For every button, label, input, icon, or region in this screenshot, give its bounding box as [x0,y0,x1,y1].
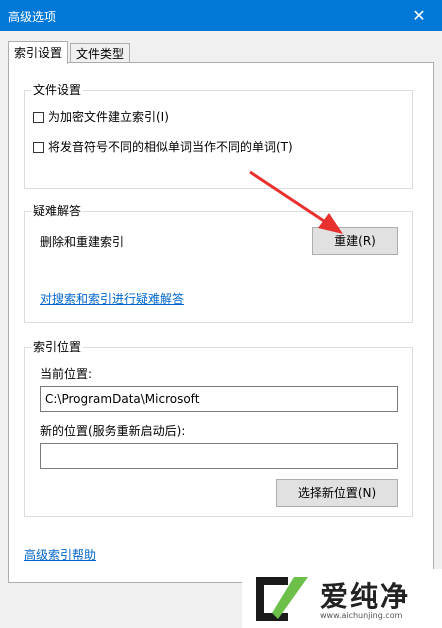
troubleshoot-link[interactable]: 对搜索和索引进行疑难解答 [40,291,184,307]
diacritics-checkbox[interactable] [33,141,44,153]
advanced-help-link[interactable]: 高级索引帮助 [24,547,96,563]
new-location-label: 新的位置(服务重新启动后): [40,424,186,438]
new-location-field[interactable] [40,443,398,469]
encrypt-label: 为加密文件建立索引(I) [48,110,169,124]
rebuild-label: 删除和重建索引 [40,235,125,249]
diacritics-option[interactable]: 将发音符号不同的相似单词当作不同的单词(T) [33,139,293,155]
troubleshoot-title: 疑难解答 [31,203,84,219]
index-location-group: 索引位置 当前位置: C:\ProgramData\Microsoft 新的位置… [24,339,413,517]
file-settings-group: 文件设置 为加密文件建立索引(I) 将发音符号不同的相似单词当作不同的单词(T) [24,82,413,189]
rebuild-button[interactable]: 重建(R) [312,227,398,255]
watermark-text: 爱纯净 [320,580,411,613]
tab-index-settings[interactable]: 索引设置 [8,41,69,64]
tab-panel: 文件设置 为加密文件建立索引(I) 将发音符号不同的相似单词当作不同的单词(T)… [8,62,434,583]
window-title: 高级选项 [8,10,57,24]
watermark: 爱纯净 www.aichunjing.com [242,569,442,628]
tab-file-types[interactable]: 文件类型 [70,43,131,63]
select-location-button[interactable]: 选择新位置(N) [276,479,398,507]
index-location-title: 索引位置 [31,339,84,355]
current-location-field[interactable]: C:\ProgramData\Microsoft [40,386,398,412]
troubleshoot-group: 疑难解答 删除和重建索引 重建(R) 对搜索和索引进行疑难解答 [24,203,413,323]
encrypt-checkbox[interactable] [33,111,44,123]
close-button[interactable]: ✕ [396,0,442,31]
watermark-logo-icon [256,577,308,621]
title-bar: 高级选项 ✕ [0,0,442,31]
current-location-label: 当前位置: [40,367,93,381]
file-settings-title: 文件设置 [31,82,84,98]
watermark-url: www.aichunjing.com [320,611,403,620]
diacritics-label: 将发音符号不同的相似单词当作不同的单词(T) [48,140,293,154]
encrypt-option[interactable]: 为加密文件建立索引(I) [33,109,169,125]
close-icon: ✕ [412,6,426,25]
